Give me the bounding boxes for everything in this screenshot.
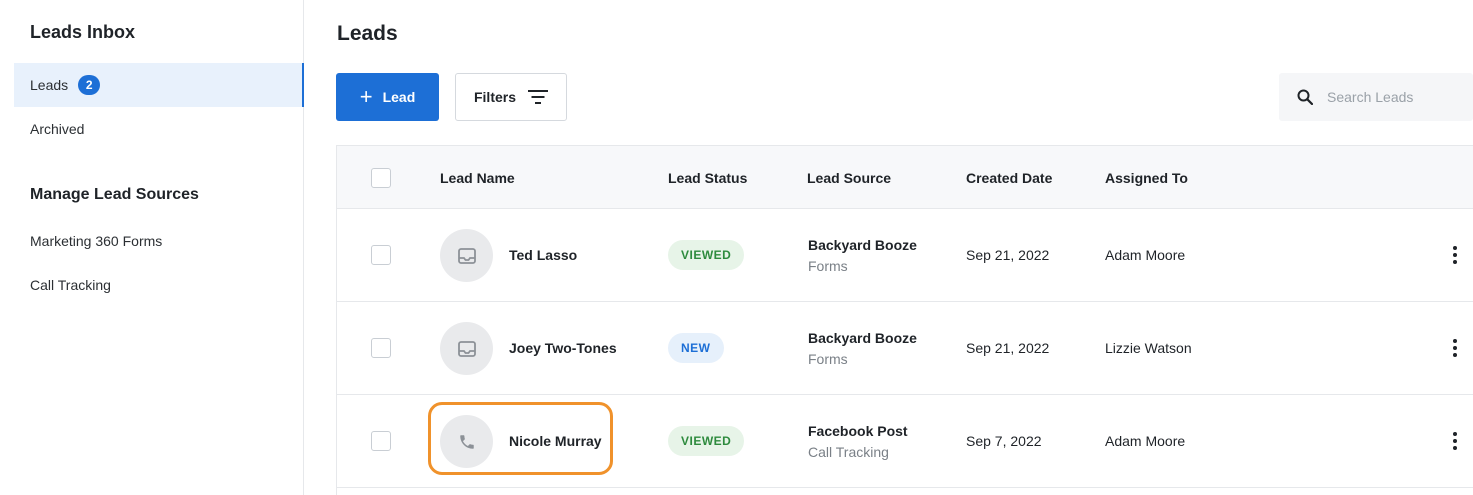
column-header-lead-source[interactable]: Lead Source [807,170,891,186]
table-row[interactable]: Ted Lasso VIEWED Backyard Booze Forms Se… [337,209,1473,302]
search-icon [1297,89,1313,105]
sidebar-item-archived[interactable]: Archived [14,107,304,151]
leads-table: Lead Name Lead Status Lead Source Create… [336,145,1473,495]
lead-source-name: Backyard Booze [808,237,917,253]
add-lead-button[interactable]: + Lead [336,73,439,121]
status-badge: NEW [668,333,724,363]
lead-name[interactable]: Nicole Murray [509,433,602,449]
column-header-assigned-to[interactable]: Assigned To [1105,170,1188,186]
created-date: Sep 7, 2022 [966,433,1042,449]
filter-icon [528,90,548,104]
search-input[interactable] [1327,89,1457,105]
lead-avatar [440,229,493,282]
column-header-lead-name[interactable]: Lead Name [440,170,515,186]
table-row[interactable]: Joey Two-Tones NEW Backyard Booze Forms … [337,302,1473,395]
lead-source: Facebook Post Call Tracking [808,423,908,460]
sidebar-title: Leads Inbox [30,22,136,42]
sidebar-section-title: Manage Lead Sources [30,186,199,203]
status-badge: VIEWED [668,240,745,270]
sidebar-item-marketing-360-forms[interactable]: Marketing 360 Forms [30,233,162,249]
lead-source-type: Forms [808,258,848,274]
lead-source-name: Backyard Booze [808,330,917,346]
lead-name[interactable]: Ted Lasso [509,247,577,263]
created-date: Sep 21, 2022 [966,340,1050,356]
search-box[interactable] [1279,73,1473,121]
select-all-checkbox[interactable] [371,168,391,188]
inbox-icon [457,340,476,357]
sidebar-item-label: Leads [30,77,69,93]
row-checkbox[interactable] [371,431,391,451]
lead-source-type: Forms [808,351,848,367]
lead-source: Backyard Booze Forms [808,330,917,367]
lead-source-name: Facebook Post [808,423,908,439]
row-checkbox[interactable] [371,338,391,358]
filters-button[interactable]: Filters [455,73,567,121]
sidebar: Leads Inbox Leads 2 Archived Manage Lead… [0,0,304,495]
plus-icon: + [359,84,373,109]
phone-icon [459,434,474,449]
add-lead-label: Lead [382,89,416,105]
lead-source-type: Call Tracking [808,444,889,460]
sidebar-item-call-tracking[interactable]: Call Tracking [30,277,111,293]
status-badge: VIEWED [668,426,745,456]
table-row[interactable]: Nicole Murray VIEWED Facebook Post Call … [337,395,1473,488]
assigned-to: Adam Moore [1105,247,1186,263]
page-title: Leads [337,22,398,45]
sidebar-item-leads[interactable]: Leads 2 [14,63,304,107]
row-more-options-icon[interactable] [1447,336,1463,360]
column-header-lead-status[interactable]: Lead Status [668,170,747,186]
row-more-options-icon[interactable] [1447,429,1463,453]
assigned-to: Adam Moore [1105,433,1186,449]
lead-source: Backyard Booze Forms [808,237,917,274]
table-header: Lead Name Lead Status Lead Source Create… [337,146,1473,209]
column-header-created-date[interactable]: Created Date [966,170,1052,186]
lead-avatar [440,322,493,375]
lead-name[interactable]: Joey Two-Tones [509,340,617,356]
row-more-options-icon[interactable] [1447,243,1463,267]
filters-label: Filters [473,89,516,105]
created-date: Sep 21, 2022 [966,247,1050,263]
leads-count-badge: 2 [78,75,101,95]
lead-avatar [440,415,493,468]
inbox-icon [457,247,476,264]
assigned-to: Lizzie Watson [1105,340,1192,356]
sidebar-item-label: Archived [30,121,85,137]
row-checkbox[interactable] [371,245,391,265]
